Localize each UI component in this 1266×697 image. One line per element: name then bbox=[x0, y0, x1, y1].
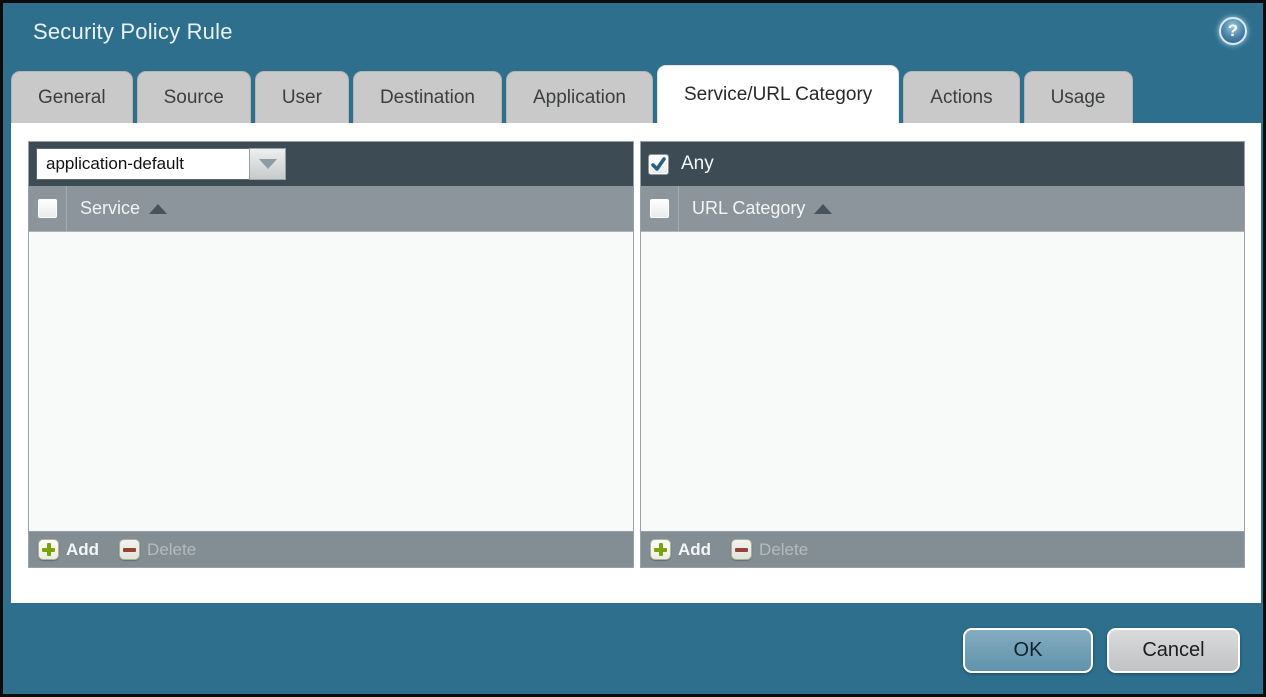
service-select-all-cell bbox=[29, 186, 67, 231]
sort-ascending-icon bbox=[149, 204, 167, 214]
service-table-header: Service bbox=[29, 186, 633, 232]
plus-icon bbox=[38, 539, 59, 560]
url-category-panel: Any URL Category bbox=[640, 141, 1245, 568]
cancel-button[interactable]: Cancel bbox=[1107, 628, 1240, 673]
tab-application[interactable]: Application bbox=[506, 71, 653, 123]
sort-ascending-icon bbox=[814, 204, 832, 214]
url-category-delete-button[interactable]: Delete bbox=[731, 539, 808, 560]
service-panel: Service Add Delete bbox=[28, 141, 634, 568]
url-category-column-label: URL Category bbox=[692, 198, 805, 219]
service-type-dropdown-button[interactable] bbox=[249, 148, 286, 180]
add-button-label: Add bbox=[66, 540, 99, 560]
tab-service-url-category[interactable]: Service/URL Category bbox=[657, 65, 899, 123]
chevron-down-icon bbox=[259, 159, 277, 169]
service-column-label: Service bbox=[80, 198, 140, 219]
delete-button-label: Delete bbox=[759, 540, 808, 560]
minus-icon bbox=[731, 539, 752, 560]
add-button-label: Add bbox=[678, 540, 711, 560]
url-category-table-header: URL Category bbox=[641, 186, 1244, 232]
minus-icon bbox=[119, 539, 140, 560]
url-category-list-body bbox=[641, 232, 1244, 531]
service-add-button[interactable]: Add bbox=[38, 539, 99, 560]
tab-actions[interactable]: Actions bbox=[903, 71, 1019, 123]
tab-source[interactable]: Source bbox=[137, 71, 251, 123]
tab-destination[interactable]: Destination bbox=[353, 71, 502, 123]
url-category-column-header[interactable]: URL Category bbox=[692, 198, 832, 219]
service-delete-button[interactable]: Delete bbox=[119, 539, 196, 560]
ok-button[interactable]: OK bbox=[963, 628, 1093, 673]
tab-usage[interactable]: Usage bbox=[1024, 71, 1133, 123]
delete-button-label: Delete bbox=[147, 540, 196, 560]
security-policy-rule-dialog: Security Policy Rule ? General Source Us… bbox=[0, 0, 1266, 697]
service-column-header[interactable]: Service bbox=[80, 198, 167, 219]
service-list-body bbox=[29, 232, 633, 531]
url-category-select-all-checkbox[interactable] bbox=[649, 198, 670, 219]
any-checkbox[interactable] bbox=[648, 154, 669, 175]
any-checkbox-label: Any bbox=[681, 153, 714, 175]
url-category-panel-footer: Add Delete bbox=[641, 531, 1244, 567]
plus-icon bbox=[650, 539, 671, 560]
service-panel-topbar bbox=[29, 142, 633, 186]
service-panel-footer: Add Delete bbox=[29, 531, 633, 567]
dialog-title: Security Policy Rule bbox=[33, 19, 233, 45]
service-type-combobox bbox=[36, 148, 286, 180]
help-icon[interactable]: ? bbox=[1219, 17, 1247, 45]
tab-user[interactable]: User bbox=[255, 71, 349, 123]
checkmark-icon bbox=[651, 157, 666, 172]
service-select-all-checkbox[interactable] bbox=[37, 198, 58, 219]
tab-general[interactable]: General bbox=[11, 71, 133, 123]
tab-bar: General Source User Destination Applicat… bbox=[11, 69, 1255, 123]
service-type-input[interactable] bbox=[36, 148, 249, 180]
dialog-action-buttons: OK Cancel bbox=[963, 628, 1240, 673]
url-category-panel-topbar: Any bbox=[641, 142, 1244, 186]
tab-content-panel: Service Add Delete bbox=[11, 123, 1261, 603]
url-category-add-button[interactable]: Add bbox=[650, 539, 711, 560]
url-category-select-all-cell bbox=[641, 186, 679, 231]
